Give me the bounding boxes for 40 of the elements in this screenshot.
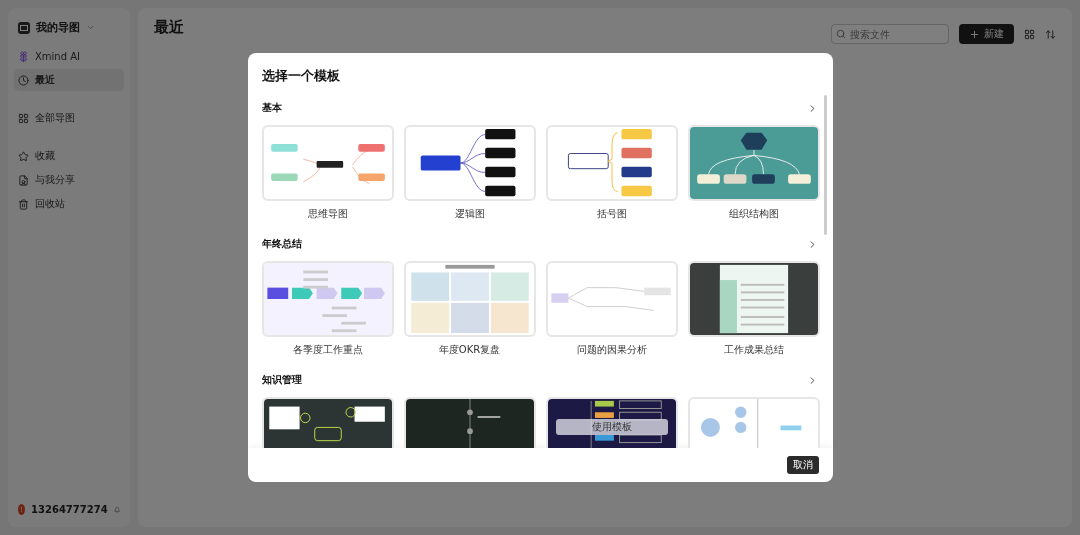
template-caption: 工作成果总结 — [723, 343, 784, 357]
sidebar-item[interactable]: 收藏 — [14, 145, 124, 167]
search-field[interactable]: 搜索文件 — [831, 24, 949, 44]
page-title: 最近 — [154, 17, 185, 37]
sidebar-item[interactable]: Xmind AI — [14, 45, 124, 67]
template-caption: 思维导图 — [307, 207, 348, 221]
dialog-title: 选择一个模板 — [260, 67, 341, 85]
plus-icon — [969, 28, 980, 40]
chevron-down-icon[interactable] — [86, 23, 95, 32]
template-caption: 问题的因果分析 — [576, 343, 647, 357]
trash-icon — [18, 198, 29, 210]
ai-icon — [18, 50, 29, 62]
new-button[interactable]: 新建 — [959, 24, 1014, 44]
sidebar-item[interactable]: 全部导图 — [14, 107, 124, 129]
workspace-icon — [18, 21, 30, 34]
template-caption: 括号图 — [596, 207, 627, 221]
template-caption: 组织结构图 — [728, 207, 779, 221]
template-thumbnail[interactable]: 使用模板 — [545, 397, 678, 448]
recent-icon — [18, 74, 29, 86]
cancel-button[interactable]: 取消 — [786, 456, 819, 474]
sidebar-item[interactable]: 与我分享 — [14, 169, 124, 191]
shared-icon — [18, 174, 29, 186]
template-caption: 各季度工作重点 — [292, 343, 363, 357]
section-heading: 基本 — [261, 101, 282, 115]
section-heading: 知识管理 — [261, 373, 302, 387]
notification-bell-icon[interactable] — [113, 504, 120, 515]
search-icon — [836, 29, 846, 39]
template-caption: 年度OKR复盘 — [438, 343, 501, 357]
scrollbar[interactable] — [823, 95, 827, 235]
section-heading: 年终总结 — [261, 237, 302, 251]
user-name[interactable]: 13264777274 — [31, 504, 108, 515]
sidebar-item[interactable]: 回收站 — [14, 193, 124, 215]
favorite-icon — [18, 150, 29, 162]
workspace-name[interactable]: 我的导图 — [36, 20, 80, 35]
use-template-label[interactable]: 使用模板 — [555, 419, 668, 435]
grid-view-icon[interactable] — [1024, 28, 1035, 40]
template-caption: 逻辑图 — [454, 207, 485, 221]
all-icon — [18, 112, 29, 124]
sidebar-item[interactable]: 最近 — [14, 69, 124, 91]
sort-icon[interactable] — [1045, 28, 1056, 40]
